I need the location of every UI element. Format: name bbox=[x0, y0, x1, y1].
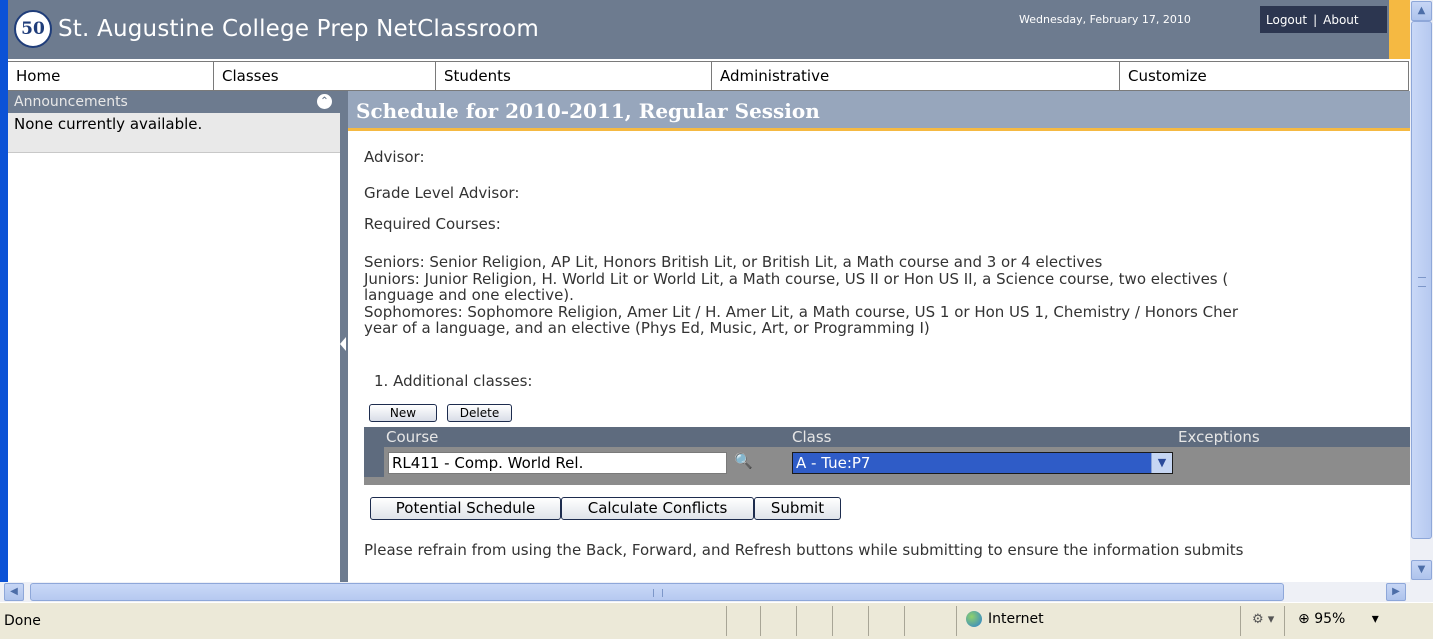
column-class[interactable]: Class bbox=[790, 427, 831, 447]
column-exceptions[interactable]: Exceptions bbox=[1176, 427, 1260, 447]
class-select-value: A - Tue:P7 bbox=[796, 454, 871, 472]
horizontal-scrollbar[interactable]: ◀ ▶ bbox=[0, 582, 1410, 602]
zoom-dropdown-icon[interactable]: ▾ bbox=[1372, 611, 1379, 627]
main-menu: Home Classes Students Administrative Cus… bbox=[8, 61, 1409, 91]
row-selector[interactable] bbox=[364, 447, 384, 477]
status-divider bbox=[1284, 606, 1285, 636]
zone-label: Internet bbox=[988, 611, 1044, 627]
zoom-level[interactable]: ⊕ 95% ▾ bbox=[1298, 611, 1379, 627]
table-row[interactable]: RL411 - Comp. World Rel. 🔍 A - Tue:P7 ▼ bbox=[364, 447, 1410, 477]
zoom-icon: ⊕ bbox=[1298, 611, 1310, 627]
requirements-text: Seniors: Senior Religion, AP Lit, Honors… bbox=[364, 254, 1410, 337]
scroll-grip-icon bbox=[1418, 277, 1426, 287]
site-header: 50 St. Augustine College Prep NetClassro… bbox=[8, 0, 1410, 59]
advisor-label: Advisor: bbox=[364, 148, 425, 166]
vertical-scroll-thumb[interactable] bbox=[1411, 21, 1432, 539]
additional-classes-label: 1. Additional classes: bbox=[374, 372, 533, 390]
menu-students[interactable]: Students bbox=[436, 62, 712, 90]
status-divider bbox=[904, 606, 905, 636]
status-divider bbox=[868, 606, 869, 636]
requirement-line: year of a language, and an elective (Phy… bbox=[364, 319, 930, 337]
page-title: Schedule for 2010-2011, Regular Session bbox=[356, 99, 820, 123]
announcements-body: None currently available. bbox=[8, 113, 340, 153]
zoom-value: 95% bbox=[1314, 611, 1346, 627]
status-divider bbox=[956, 606, 957, 636]
browser-viewport: 50 St. Augustine College Prep NetClassro… bbox=[8, 0, 1410, 582]
chevron-down-icon[interactable]: ▼ bbox=[1151, 453, 1172, 473]
scroll-right-icon[interactable]: ▶ bbox=[1386, 583, 1406, 601]
delete-button[interactable]: Delete bbox=[447, 404, 512, 422]
site-title: St. Augustine College Prep NetClassroom bbox=[58, 16, 539, 42]
scrollbar-corner bbox=[1410, 582, 1433, 602]
about-link[interactable]: About bbox=[1317, 13, 1364, 27]
new-button[interactable]: New bbox=[369, 404, 437, 422]
status-divider bbox=[760, 606, 761, 636]
scroll-up-icon[interactable]: ▲ bbox=[1411, 1, 1432, 21]
scroll-grip-icon bbox=[653, 589, 663, 597]
announcements-title: Announcements bbox=[14, 94, 128, 110]
requirement-line: Seniors: Senior Religion, AP Lit, Honors… bbox=[364, 253, 1103, 271]
requirement-line: Juniors: Junior Religion, H. World Lit o… bbox=[364, 269, 1229, 288]
requirement-line: Sophomores: Sophomore Religion, Amer Lit… bbox=[364, 302, 1238, 321]
scroll-down-icon[interactable]: ▼ bbox=[1411, 560, 1432, 580]
top-links: Logout | About bbox=[1260, 6, 1387, 33]
logout-link[interactable]: Logout bbox=[1260, 13, 1313, 27]
globe-icon bbox=[966, 611, 982, 627]
status-divider bbox=[1240, 606, 1241, 636]
current-date: Wednesday, February 17, 2010 bbox=[1019, 13, 1191, 26]
status-text: Done bbox=[4, 613, 41, 629]
course-input[interactable]: RL411 - Comp. World Rel. bbox=[388, 452, 727, 474]
protected-mode-icon[interactable]: ⚙ ▾ bbox=[1252, 612, 1274, 627]
collapse-arrow-icon[interactable] bbox=[340, 337, 346, 351]
potential-schedule-button[interactable]: Potential Schedule bbox=[370, 497, 561, 520]
submit-button[interactable]: Submit bbox=[754, 497, 841, 520]
menu-customize[interactable]: Customize bbox=[1120, 62, 1408, 90]
collapse-icon[interactable]: ⌃ bbox=[317, 94, 332, 109]
sidebar: Announcements ⌃ None currently available… bbox=[8, 91, 341, 582]
scroll-left-icon[interactable]: ◀ bbox=[4, 583, 24, 601]
requirement-line: language and one elective). bbox=[364, 286, 574, 304]
status-divider bbox=[726, 606, 727, 636]
submit-warning-note: Please refrain from using the Back, Forw… bbox=[364, 541, 1244, 559]
menu-classes[interactable]: Classes bbox=[214, 62, 436, 90]
class-select[interactable]: A - Tue:P7 ▼ bbox=[792, 452, 1173, 474]
header-accent-bar bbox=[1389, 0, 1410, 59]
grid-header: Course Class Exceptions bbox=[364, 427, 1410, 447]
vertical-scrollbar[interactable]: ▲ ▼ bbox=[1410, 0, 1433, 582]
status-bar: Done Internet ⚙ ▾ ⊕ 95% ▾ bbox=[0, 602, 1433, 639]
calculate-conflicts-button[interactable]: Calculate Conflicts bbox=[561, 497, 754, 520]
school-logo: 50 bbox=[14, 10, 52, 48]
status-divider bbox=[796, 606, 797, 636]
menu-home[interactable]: Home bbox=[8, 62, 214, 90]
binoculars-search-icon[interactable]: 🔍 bbox=[734, 452, 753, 470]
security-zone[interactable]: Internet bbox=[966, 611, 1044, 627]
required-courses-label: Required Courses: bbox=[364, 215, 501, 233]
column-course[interactable]: Course bbox=[384, 427, 438, 447]
classes-grid: Course Class Exceptions RL411 - Comp. Wo… bbox=[364, 427, 1410, 485]
grade-level-advisor-label: Grade Level Advisor: bbox=[364, 184, 520, 202]
main-content: Schedule for 2010-2011, Regular Session … bbox=[348, 91, 1410, 582]
status-divider bbox=[832, 606, 833, 636]
sidebar-splitter[interactable] bbox=[340, 91, 348, 582]
menu-administrative[interactable]: Administrative bbox=[712, 62, 1120, 90]
page-title-bar: Schedule for 2010-2011, Regular Session bbox=[348, 91, 1410, 131]
window-border bbox=[0, 0, 8, 638]
horizontal-scroll-thumb[interactable] bbox=[30, 583, 1284, 601]
announcements-header: Announcements ⌃ bbox=[8, 91, 340, 113]
